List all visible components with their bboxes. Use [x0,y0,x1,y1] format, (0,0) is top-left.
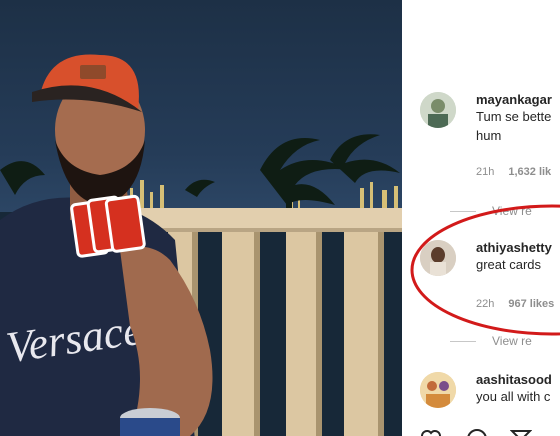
avatar[interactable] [420,92,456,128]
highlight-annotation [410,204,560,336]
comment-text-line: you all with c [476,389,551,404]
avatar[interactable] [420,372,456,408]
comment-username[interactable]: aashitasood [476,372,560,387]
avatar-image [420,92,456,128]
avatar-image [420,372,456,408]
comment-time[interactable]: 21h [476,166,494,178]
comment-likes[interactable]: 1,632 lik [508,166,551,178]
comment-icon[interactable] [466,428,488,436]
heart-icon[interactable] [420,428,442,436]
comment-body: aashitasood you all with c [476,372,560,406]
post-photo-illustration: Versace [0,54,402,436]
post-photo: Versace [0,0,402,436]
share-icon[interactable] [510,428,532,436]
comment-meta: 21h 1,632 lik [476,166,551,178]
comment-body: mayankagar Tum se bette hum [476,92,560,145]
comment-username[interactable]: mayankagar [476,92,560,107]
comment-text-line: Tum se bette [476,109,552,124]
comment-text-line: hum [476,128,502,143]
